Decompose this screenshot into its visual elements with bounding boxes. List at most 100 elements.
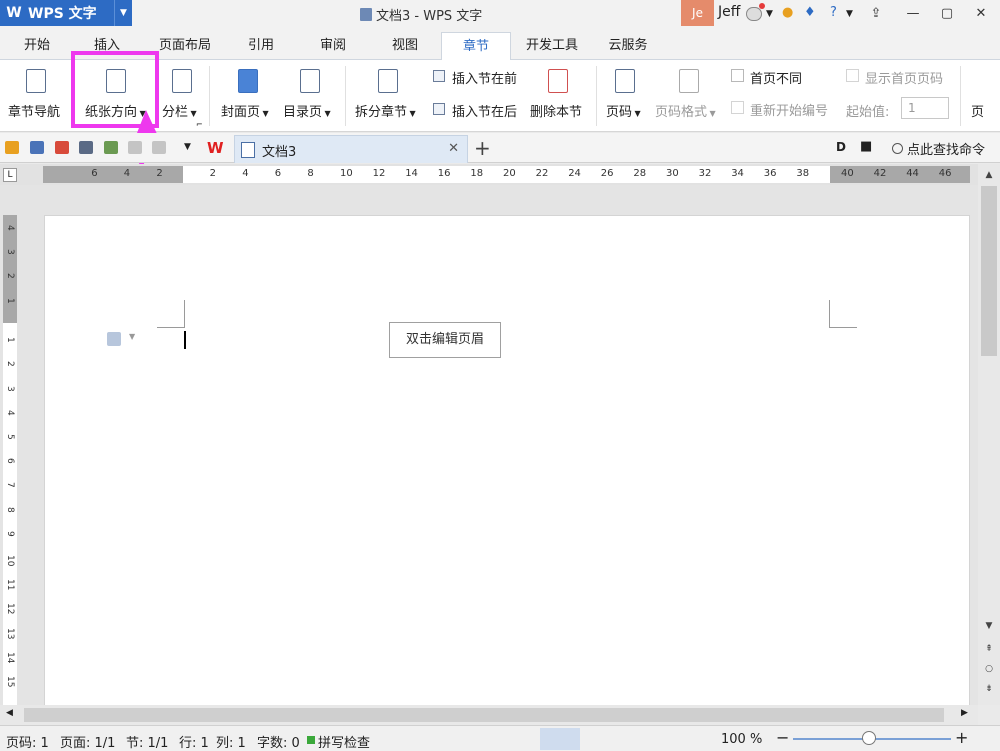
status-word-count[interactable]: 字数: 0 [257, 732, 300, 751]
cover-page-button[interactable]: 封面页 ▼ [221, 101, 269, 120]
chevron-down-icon[interactable]: ▼ [129, 332, 135, 341]
save-icon[interactable] [30, 141, 44, 154]
maximize-button[interactable]: ▢ [930, 0, 964, 26]
status-section[interactable]: 节: 1/1 [126, 732, 168, 751]
spell-check-button[interactable]: 拼写检查 [318, 732, 370, 751]
start-value-label: 起始值: [846, 105, 890, 120]
tab-cloud[interactable]: 云服务 [603, 36, 653, 60]
next-page-icon[interactable]: ⇟ [982, 684, 996, 694]
help-icon[interactable]: ? [830, 5, 837, 20]
reading-mode-button[interactable] [669, 728, 709, 750]
first-page-diff-label: 首页不同 [750, 72, 803, 87]
zoom-level[interactable]: 100 % [721, 732, 762, 747]
tab-page-layout[interactable]: 页面布局 [152, 36, 218, 60]
horizontal-scroll-thumb[interactable] [24, 708, 944, 722]
header-edit-hint[interactable]: 双击编辑页眉 [389, 322, 501, 358]
ruler-number: 42 [873, 168, 887, 179]
browse-object-icon[interactable]: ○ [982, 664, 996, 674]
outline-view-button[interactable] [583, 728, 623, 750]
delete-section-button[interactable]: 删除本节 [530, 101, 582, 120]
ruler-number: 10 [5, 555, 15, 567]
start-value-input[interactable]: 1 [901, 97, 949, 119]
scroll-up-icon[interactable]: ▲ [982, 170, 996, 180]
redo-icon[interactable] [152, 141, 166, 154]
page-view-button[interactable] [540, 728, 580, 750]
paragraph-layout-icon[interactable] [107, 332, 121, 346]
find-command[interactable]: 点此查找命令 [892, 139, 985, 158]
tab-start[interactable]: 开始 [12, 36, 62, 60]
vertical-scroll-thumb[interactable] [981, 186, 997, 356]
tab-view[interactable]: 视图 [380, 36, 430, 60]
page-number-format-icon [679, 69, 699, 93]
user-dropdown-icon[interactable]: ▼ [766, 9, 773, 19]
document-icon [241, 142, 255, 158]
scroll-left-icon[interactable]: ◀ [6, 708, 13, 718]
close-tab-icon[interactable]: ✕ [448, 141, 459, 156]
document-page[interactable]: 双击编辑页眉 ▼ [44, 215, 970, 715]
shirt-icon[interactable]: ♦ [804, 5, 816, 20]
tab-menu-icon[interactable]: D [836, 140, 846, 154]
export-pdf-icon[interactable] [55, 141, 69, 154]
tab-chapter[interactable]: 章节 [441, 32, 511, 61]
fullscreen-view-button[interactable] [497, 728, 537, 750]
ruler-number: 2 [5, 361, 15, 368]
close-button[interactable]: ✕ [964, 0, 998, 26]
print-icon[interactable] [79, 141, 93, 154]
status-line[interactable]: 行: 1 [179, 732, 209, 751]
help-dropdown-icon[interactable]: ▼ [846, 9, 853, 19]
zoom-in-icon[interactable]: + [955, 728, 968, 747]
chapter-nav-button[interactable]: 章节导航 [8, 101, 60, 120]
toc-button[interactable]: 目录页 ▼ [283, 101, 331, 120]
minimize-button[interactable]: — [896, 0, 930, 26]
user-name[interactable]: Jeff [718, 4, 740, 20]
show-first-page-number-checkbox[interactable] [846, 69, 859, 82]
tab-reference[interactable]: 引用 [236, 36, 286, 60]
vertical-ruler[interactable]: 4 3 2 1 1 2 3 4 5 6 7 8 9 10 11 12 13 14 15 [3, 215, 17, 705]
insert-section-after-button[interactable]: 插入节在后 [452, 101, 517, 120]
print-preview-icon[interactable] [104, 141, 118, 154]
ribbon-overflow-button[interactable]: 页 [971, 101, 984, 120]
insert-section-before-button[interactable]: 插入节在前 [452, 68, 517, 87]
pin-icon[interactable]: ■ [860, 139, 872, 154]
undo-icon[interactable] [128, 141, 142, 154]
tab-review[interactable]: 审阅 [308, 36, 358, 60]
minimize-ribbon-button[interactable]: ⇪ [859, 0, 893, 26]
page-number-format-button[interactable]: 页码格式 ▼ [655, 101, 716, 120]
open-icon[interactable] [5, 141, 19, 154]
vertical-scrollbar[interactable]: ▲ ▼ ⇞ ○ ⇟ [978, 164, 1000, 705]
restart-numbering-checkbox[interactable] [731, 101, 744, 114]
columns-button[interactable]: 分栏 ▼ [162, 101, 197, 120]
first-page-diff-checkbox[interactable] [731, 69, 744, 82]
wps-home-icon[interactable]: W [207, 139, 224, 157]
status-column[interactable]: 列: 1 [216, 732, 246, 751]
dialog-launcher-icon[interactable]: ⌐ [196, 120, 203, 129]
chevron-down-icon: ▼ [260, 109, 269, 118]
horizontal-ruler[interactable]: 6 4 2 2 4 6 8 10 12 14 16 18 20 22 24 26 28 30 32 34 36 38 40 4… [43, 166, 970, 183]
new-tab-button[interactable]: + [474, 136, 491, 160]
horizontal-scrollbar[interactable]: ◀ ▶ [0, 705, 978, 725]
ruler-number: 6 [274, 168, 282, 179]
skin-icon[interactable]: ● [782, 5, 793, 20]
zoom-out-icon[interactable]: − [776, 728, 789, 747]
web-view-button[interactable] [626, 728, 666, 750]
customize-dropdown-icon[interactable]: ▼ [184, 142, 191, 152]
zoom-slider-handle[interactable] [862, 731, 876, 745]
scroll-right-icon[interactable]: ▶ [961, 708, 968, 718]
previous-page-icon[interactable]: ⇞ [982, 644, 996, 654]
scroll-down-icon[interactable]: ▼ [982, 621, 996, 631]
ruler-number: 2 [209, 168, 216, 179]
ruler-number: 10 [340, 168, 353, 179]
tab-developer[interactable]: 开发工具 [519, 36, 585, 60]
app-dropdown-icon[interactable]: ▼ [114, 0, 132, 26]
chevron-down-icon: ▼ [322, 109, 331, 118]
app-menu-button[interactable]: W WPS 文字 ▼ [0, 0, 132, 26]
delete-section-icon [548, 69, 568, 93]
status-pages[interactable]: 页面: 1/1 [60, 732, 115, 751]
page-number-button[interactable]: 页码 ▼ [606, 101, 641, 120]
tab-stop-selector[interactable]: L [3, 168, 17, 182]
vip-crown-icon[interactable] [746, 7, 762, 21]
document-tab[interactable]: 文档3 ✕ [234, 135, 468, 163]
avatar[interactable]: Je [681, 0, 714, 26]
status-page[interactable]: 页码: 1 [6, 732, 49, 751]
split-chapter-button[interactable]: 拆分章节 ▼ [355, 101, 416, 120]
